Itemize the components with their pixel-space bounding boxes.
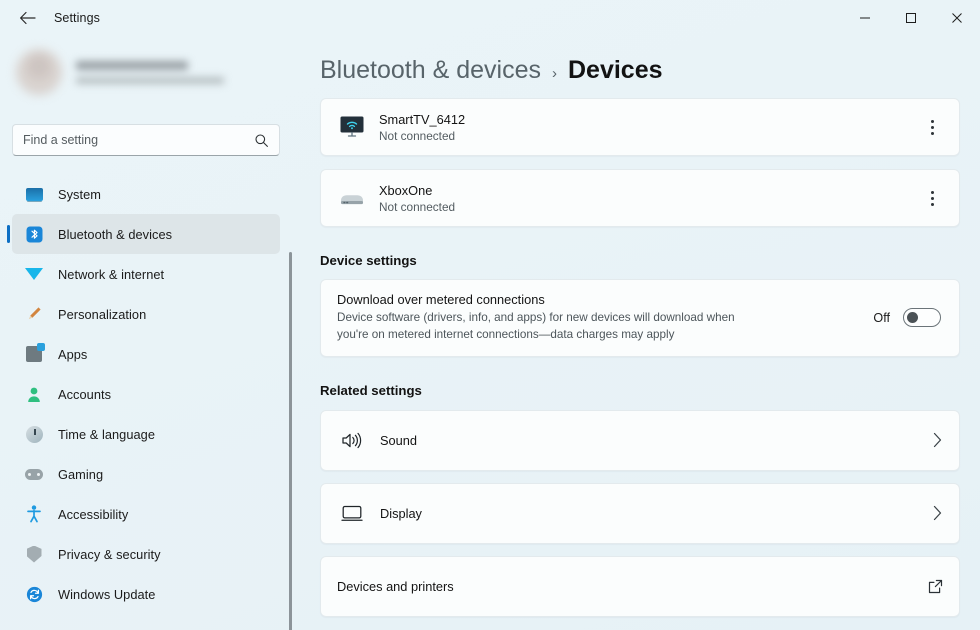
device-name: XboxOne [379,183,919,198]
sidebar-item-label: Windows Update [58,587,155,602]
external-link-icon [928,579,943,594]
chevron-right-icon: › [552,65,557,82]
metered-download-toggle[interactable] [903,308,941,327]
sidebar-item-windows-update[interactable]: Windows Update [12,574,280,614]
toggle-state-label: Off [873,311,890,325]
game-console-icon [335,189,369,207]
related-link-display[interactable]: Display [320,483,960,544]
close-button[interactable] [934,0,980,36]
page-title: Devices [568,56,663,85]
main-content: Bluetooth & devices › Devices SmartTV_64… [300,36,980,630]
back-button[interactable] [8,3,46,33]
related-link-label: Devices and printers [337,579,928,594]
related-link-sound[interactable]: Sound [320,410,960,471]
scrollbar-thumb[interactable] [289,252,292,630]
sidebar-item-label: Accounts [58,387,111,402]
sidebar-item-label: System [58,187,101,202]
maximize-button[interactable] [888,0,934,36]
monitor-icon [337,504,367,522]
sidebar-item-label: Time & language [58,427,155,442]
sidebar-item-network-internet[interactable]: Network & internet [12,254,280,294]
device-settings-heading: Device settings [320,253,960,268]
sidebar-item-label: Privacy & security [58,547,161,562]
toggle-knob [907,312,918,323]
avatar [16,49,62,95]
speaker-icon [337,431,367,450]
sidebar-item-accessibility[interactable]: Accessibility [12,494,280,534]
related-settings-heading: Related settings [320,383,960,398]
paintbrush-icon [24,304,44,324]
sidebar-item-label: Personalization [58,307,146,322]
sidebar-item-label: Bluetooth & devices [58,227,172,242]
search-icon [254,133,269,148]
profile-text [76,61,224,84]
kebab-menu-icon[interactable] [919,112,945,142]
sidebar-item-label: Accessibility [58,507,128,522]
sidebar-item-label: Apps [58,347,87,362]
minimize-button[interactable] [842,0,888,36]
sidebar-scrollbar[interactable] [289,216,293,630]
sidebar-item-gaming[interactable]: Gaming [12,454,280,494]
device-status: Not connected [379,200,919,214]
sidebar-item-label: Network & internet [58,267,164,282]
sidebar-item-time-language[interactable]: Time & language [12,414,280,454]
search-input[interactable] [23,133,254,147]
profile-email [76,77,224,84]
accounts-icon [24,384,44,404]
sidebar-item-personalization[interactable]: Personalization [12,294,280,334]
related-link-devices-and-printers[interactable]: Devices and printers [320,556,960,617]
shield-icon [24,544,44,564]
sidebar-item-bluetooth-devices[interactable]: Bluetooth & devices [12,214,280,254]
clock-icon [24,424,44,444]
setting-title: Download over metered connections [337,292,873,307]
accessibility-icon [24,504,44,524]
window-title: Settings [54,11,100,25]
bluetooth-icon [24,224,44,244]
window-controls [842,0,980,36]
sidebar-item-accounts[interactable]: Accounts [12,374,280,414]
device-text: XboxOne Not connected [379,183,919,214]
chevron-right-icon [932,432,943,448]
device-row-smarttv[interactable]: SmartTV_6412 Not connected [320,98,960,156]
related-link-label: Display [380,506,932,521]
apps-icon [24,344,44,364]
sidebar-item-privacy-security[interactable]: Privacy & security [12,534,280,574]
setting-row-metered-download: Download over metered connections Device… [320,279,960,357]
update-icon [24,584,44,604]
sidebar-item-apps[interactable]: Apps [12,334,280,374]
title-bar: Settings [0,0,980,36]
related-link-label: Sound [380,433,932,448]
sidebar-item-label: Gaming [58,467,103,482]
breadcrumb: Bluetooth & devices › Devices [320,36,960,85]
setting-text: Download over metered connections Device… [337,292,873,344]
profile-name [76,61,188,70]
device-text: SmartTV_6412 Not connected [379,112,919,143]
device-name: SmartTV_6412 [379,112,919,127]
setting-description: Device software (drivers, info, and apps… [337,310,767,344]
device-status: Not connected [379,129,919,143]
network-icon [24,264,44,284]
sidebar-nav: System Bluetooth & devices Network & int… [0,174,292,614]
smart-tv-icon [335,115,369,139]
chevron-right-icon [932,505,943,521]
system-icon [24,184,44,204]
metered-toggle-group[interactable]: Off [873,308,945,327]
sidebar: System Bluetooth & devices Network & int… [0,36,292,630]
user-profile[interactable] [0,36,292,108]
device-row-xboxone[interactable]: XboxOne Not connected [320,169,960,227]
settings-window: Settings [0,0,980,630]
search-box[interactable] [12,124,280,156]
kebab-menu-icon[interactable] [919,183,945,213]
gamepad-icon [24,464,44,484]
breadcrumb-parent-link[interactable]: Bluetooth & devices [320,56,541,85]
sidebar-item-system[interactable]: System [12,174,280,214]
